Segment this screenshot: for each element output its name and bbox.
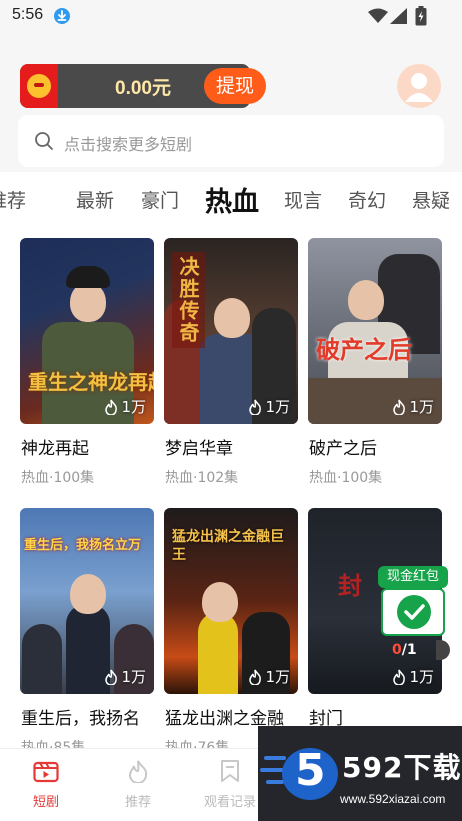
site-watermark: 5 592下载 www.592xiazai.com	[258, 726, 462, 821]
chat-bubble-icon	[397, 595, 431, 629]
poster-title: 决胜传奇	[172, 252, 205, 348]
nav-label: 短剧	[32, 795, 59, 810]
views-count: 1万	[265, 398, 290, 416]
watermark-url: www.592xiazai.com	[340, 792, 446, 806]
cash-box[interactable]	[381, 588, 445, 636]
cash-red-packet[interactable]: 现金红包 0/1	[378, 566, 450, 666]
drama-meta: 热血·102集	[165, 470, 239, 486]
poster-title: 封	[338, 571, 362, 600]
drama-title: 破产之后	[309, 439, 377, 459]
flame-icon	[128, 760, 148, 784]
search-bar[interactable]: 点击搜索更多短剧	[18, 115, 444, 167]
tab-suspense[interactable]: 悬疑	[412, 186, 450, 213]
nav-short-drama[interactable]: 短剧	[0, 759, 92, 810]
wallet-bar[interactable]: 0.00元 提现	[20, 64, 266, 108]
wifi-icon	[368, 8, 388, 23]
play-icon	[33, 761, 59, 783]
tab-latest[interactable]: 最新	[76, 186, 114, 213]
category-tabs: 推荐 最新 豪门 热血 现言 奇幻 悬疑	[0, 172, 462, 222]
bookmark-icon	[221, 760, 239, 782]
drama-poster[interactable]: 重生之神龙再起 1万	[20, 238, 154, 424]
views-count: 1万	[409, 668, 434, 686]
search-icon	[35, 132, 53, 150]
drama-poster[interactable]: 破产之后 1万	[308, 238, 442, 424]
nav-label: 推荐	[124, 795, 151, 810]
cash-label: 现金红包	[378, 566, 448, 588]
drama-poster[interactable]: 决胜传奇 1万	[164, 238, 298, 424]
cash-done: 0	[392, 642, 402, 658]
tab-wealthy[interactable]: 豪门	[141, 186, 179, 213]
wallet-amount: 0.00元	[115, 78, 171, 99]
flame-icon	[105, 399, 118, 415]
red-packet-icon	[20, 64, 58, 108]
user-icon	[405, 73, 433, 102]
poster-title: 破产之后	[316, 335, 412, 364]
drama-poster[interactable]: 重生后，我扬名立万 1万	[20, 508, 154, 694]
status-time: 5:56	[12, 6, 44, 23]
tab-recommend[interactable]: 推荐	[0, 186, 26, 213]
watermark-title: 592下载	[342, 751, 462, 784]
views-count: 1万	[121, 668, 146, 686]
views-badge: 1万	[392, 666, 434, 687]
views-count: 1万	[409, 398, 434, 416]
flame-icon	[105, 669, 118, 685]
avatar[interactable]	[397, 64, 441, 108]
drama-poster[interactable]: 猛龙出渊之金融巨王 1万	[164, 508, 298, 694]
flame-icon	[393, 399, 406, 415]
flame-icon	[393, 669, 406, 685]
views-badge: 1万	[392, 396, 434, 417]
download-icon	[54, 8, 70, 24]
views-count: 1万	[121, 398, 146, 416]
poster-title: 重生后，我扬名立万	[24, 538, 142, 553]
tab-fantasy[interactable]: 奇幻	[348, 186, 386, 213]
flame-icon	[249, 669, 262, 685]
views-badge: 1万	[248, 396, 290, 417]
cash-total: /1	[401, 642, 417, 658]
status-bar: 5:56	[0, 0, 462, 32]
search-placeholder: 点击搜索更多短剧	[64, 135, 193, 154]
poster-title: 重生之神龙再起	[28, 370, 154, 394]
logo-number: 5	[295, 745, 326, 796]
tab-action[interactable]: 热血	[205, 180, 259, 219]
views-badge: 1万	[104, 396, 146, 417]
flame-icon	[249, 399, 262, 415]
drama-meta: 热血·100集	[309, 470, 383, 486]
views-badge: 1万	[104, 666, 146, 687]
signal-icon	[390, 8, 407, 24]
tab-romance[interactable]: 现言	[284, 186, 322, 213]
withdraw-button[interactable]: 提现	[204, 68, 266, 104]
cash-progress: 0/1	[392, 642, 417, 658]
views-count: 1万	[265, 668, 290, 686]
battery-charging-icon	[415, 6, 427, 26]
nav-recommend[interactable]: 推荐	[92, 759, 184, 810]
drama-title: 神龙再起	[21, 439, 89, 459]
drama-meta: 热血·100集	[21, 470, 95, 486]
drama-title: 重生后，我扬名	[21, 709, 140, 729]
drama-title: 梦启华章	[165, 439, 233, 459]
views-badge: 1万	[248, 666, 290, 687]
poster-title: 猛龙出渊之金融巨王	[172, 529, 284, 563]
cash-ring	[436, 640, 450, 660]
